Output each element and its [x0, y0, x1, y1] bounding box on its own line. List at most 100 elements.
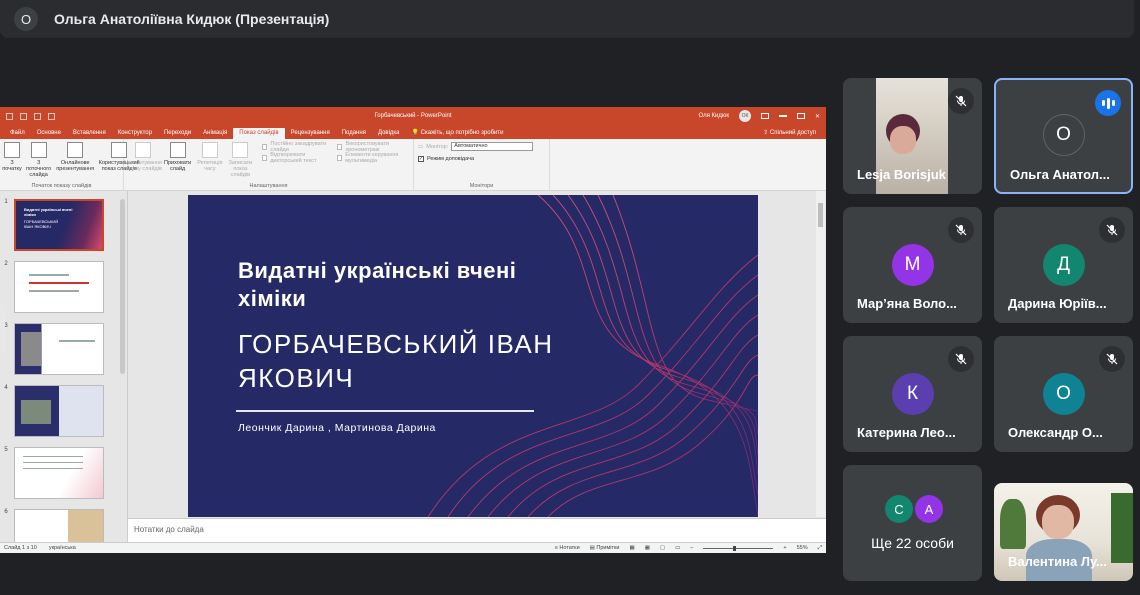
participant-tile[interactable]: Валентина Лу...: [994, 483, 1133, 581]
slide-thumbnail[interactable]: [14, 447, 104, 499]
ribbon-group-start: З початку З поточного слайда Онлайнове п…: [0, 139, 140, 190]
participant-avatar: К: [891, 373, 934, 415]
tab-design[interactable]: Конструктор: [112, 128, 158, 139]
zoom-level[interactable]: 55%: [797, 545, 808, 551]
participant-avatar: О: [1042, 373, 1085, 415]
zoom-out-icon[interactable]: –: [690, 545, 693, 551]
participant-tile[interactable]: Lesja Borisjuk: [843, 78, 982, 194]
tab-slideshow[interactable]: Показ слайдів: [233, 128, 285, 139]
slide-thumbnails-pane: 1 Видатні українські вчені хіміки ГОРБАЧ…: [0, 191, 128, 553]
ppt-workspace: 1 Видатні українські вчені хіміки ГОРБАЧ…: [0, 191, 826, 553]
participant-avatar: А: [915, 495, 943, 523]
ppt-title-bar: Горбачевський - PowerPoint Оля Кидюк ОК …: [0, 107, 826, 125]
group-label-start: Початок показу слайдів: [31, 183, 92, 189]
participant-tile[interactable]: О Ольга Анатол...: [994, 78, 1133, 194]
stopwatch-icon: [201, 142, 218, 158]
group-label-monitors: Монітори: [469, 183, 494, 189]
thumb-line: [59, 340, 95, 342]
slideshow-start-icon: [4, 142, 20, 158]
notes-toggle[interactable]: ≡ Нотатки: [555, 545, 580, 551]
ribbon-group-setup: Налаштування показу слайдів Приховати сл…: [124, 139, 414, 190]
slideshow-current-icon: [30, 142, 47, 158]
tab-insert[interactable]: Вставлення: [67, 128, 112, 139]
tell-me-search[interactable]: 💡 Скажіть, що потрібно зробити: [406, 127, 510, 139]
more-participants-tile[interactable]: С А Ще 22 особи: [843, 465, 982, 581]
thumbnail-row[interactable]: 4: [0, 385, 104, 437]
slide-thumbnail[interactable]: [14, 261, 104, 313]
narration-checkbox[interactable]: Відтворювати дикторський текст: [262, 152, 331, 164]
thumbnail-row[interactable]: 2: [0, 261, 104, 313]
checkbox-box: [337, 143, 343, 150]
audio-bar: [1106, 97, 1110, 109]
notes-pane[interactable]: Нотатки до слайда: [128, 518, 826, 542]
presenter-view-checkbox[interactable]: ✓ Режим доповідача: [418, 154, 545, 163]
media-controls-label: Елементи керування мультимедіа: [345, 151, 399, 164]
comments-toggle[interactable]: ▤ Примітки: [590, 545, 620, 551]
media-controls-checkbox[interactable]: Елементи керування мультимедіа: [337, 151, 409, 164]
ribbon-group-monitors: ▭ Монітор: Автоматично ✓ Режим доповідача…: [414, 139, 550, 190]
participant-tile[interactable]: К Катерина Лео...: [843, 336, 982, 452]
ppt-user-avatar[interactable]: ОК: [738, 110, 751, 122]
participant-face: [890, 126, 916, 154]
thumb-line: [23, 462, 83, 463]
restore-icon[interactable]: [796, 113, 805, 119]
tab-home[interactable]: Основне: [31, 128, 67, 139]
reading-view-icon[interactable]: ▢: [660, 545, 665, 551]
ribbon-display-icon[interactable]: [760, 113, 769, 119]
current-slide[interactable]: Видатні українські вчені хіміки ГОРБАЧЕВ…: [188, 195, 758, 517]
plant-shape: [1000, 499, 1026, 549]
side-panel-handle[interactable]: [0, 305, 5, 353]
slide-scrollbar[interactable]: [816, 191, 825, 517]
thumbnail-row[interactable]: 3: [0, 323, 104, 375]
presenter-avatar: О: [14, 7, 38, 31]
thumbnail-row[interactable]: 5: [0, 447, 104, 499]
scroll-thumb[interactable]: [818, 203, 823, 227]
setup-show-icon: [135, 142, 151, 158]
loop-checkbox[interactable]: Постійно закадрувати слайди: [262, 141, 331, 153]
share-button[interactable]: ⇪ Спільний доступ: [753, 127, 826, 139]
tab-file[interactable]: Файл: [4, 128, 31, 139]
thumb-line: [23, 468, 83, 469]
fit-slide-icon[interactable]: ⤢: [818, 545, 822, 552]
presenter-bar: О Ольга Анатоліївна Кидюк (Презентація): [0, 0, 1134, 38]
normal-view-icon[interactable]: ▦: [629, 545, 634, 551]
slide-thumbnail[interactable]: Видатні українські вчені хіміки ГОРБАЧЕВ…: [14, 199, 104, 251]
participant-avatar: Д: [1042, 244, 1085, 286]
participant-tile[interactable]: Д Дарина Юріїв...: [994, 207, 1133, 323]
participant-tile[interactable]: М Мар’яна Воло...: [843, 207, 982, 323]
setup-show-label: Налаштування показу слайдів: [124, 160, 163, 172]
zoom-slider[interactable]: [703, 545, 774, 551]
hide-slide-icon: [169, 142, 186, 158]
thumbnail-scrollbar[interactable]: [120, 199, 125, 374]
participant-avatar: М: [891, 244, 934, 286]
timings-checkbox[interactable]: Використовувати хронометраж: [337, 141, 409, 153]
sorter-view-icon[interactable]: ▦: [645, 545, 650, 551]
slide-thumbnail[interactable]: [14, 323, 104, 375]
minimize-icon[interactable]: [778, 115, 787, 117]
participant-name: Дарина Юріїв...: [1008, 296, 1107, 311]
participant-tile[interactable]: О Олександр О...: [994, 336, 1133, 452]
tab-review[interactable]: Рецензування: [285, 128, 336, 139]
more-avatars: С А: [885, 495, 945, 523]
tab-view[interactable]: Подання: [336, 128, 372, 139]
participant-avatar: С: [885, 495, 913, 523]
monitor-select[interactable]: Автоматично: [451, 142, 534, 151]
hide-slide-label: Приховати слайд: [164, 160, 192, 172]
slideshow-view-icon[interactable]: ▭: [675, 545, 680, 551]
muted-mic-icon: [948, 88, 974, 114]
language-indicator[interactable]: українська: [49, 545, 76, 551]
tab-help[interactable]: Довідка: [372, 128, 406, 139]
close-icon[interactable]: ✕: [815, 113, 820, 120]
thumb-line: [29, 290, 79, 292]
thumbnail-row[interactable]: 1 Видатні українські вчені хіміки ГОРБАЧ…: [0, 199, 104, 251]
plant-shape: [1111, 493, 1133, 563]
tab-transitions[interactable]: Переходи: [158, 128, 197, 139]
rehearse-timings-label: Репетиція часу: [197, 160, 223, 172]
slide-thumbnail[interactable]: [14, 385, 104, 437]
record-icon: [232, 142, 249, 158]
tab-animations[interactable]: Анімація: [197, 128, 233, 139]
slide-divider: [236, 410, 534, 412]
participant-name: Ольга Анатол...: [1010, 167, 1110, 182]
checkbox-box: [262, 154, 268, 161]
zoom-in-icon[interactable]: +: [783, 545, 786, 551]
